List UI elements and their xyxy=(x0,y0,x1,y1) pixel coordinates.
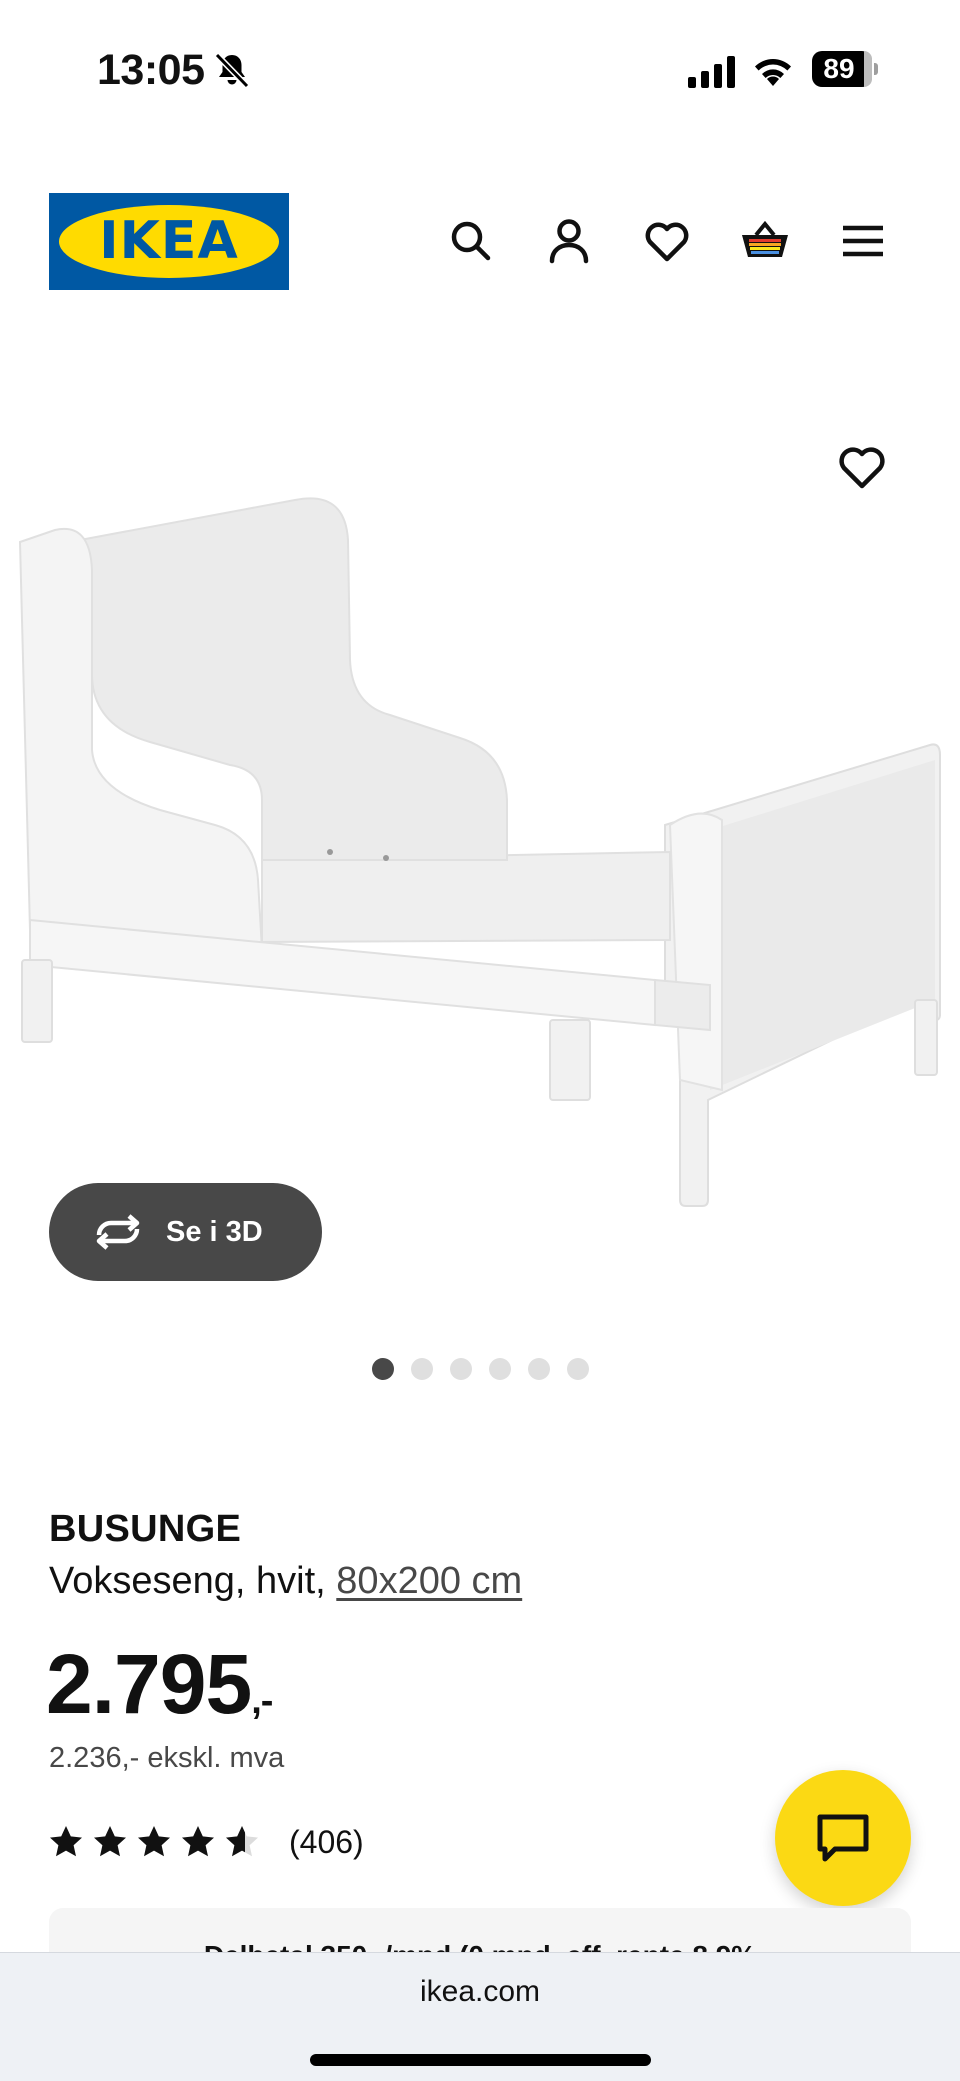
product-description: Vokseseng, hvit, 80x200 cm xyxy=(49,1560,522,1603)
product-name: BUSUNGE xyxy=(49,1508,242,1550)
search-icon[interactable] xyxy=(445,215,497,267)
carousel-dot[interactable] xyxy=(567,1358,589,1380)
image-carousel-dots xyxy=(372,1358,589,1380)
wishlist-heart-icon[interactable] xyxy=(641,215,693,267)
chat-bubble-icon xyxy=(817,1814,869,1862)
size-link[interactable]: 80x200 cm xyxy=(336,1560,522,1602)
account-icon[interactable] xyxy=(543,215,595,267)
carousel-dot[interactable] xyxy=(450,1358,472,1380)
status-bar: 13:05 89 xyxy=(0,0,960,140)
carousel-dot[interactable] xyxy=(528,1358,550,1380)
carousel-dot[interactable] xyxy=(372,1358,394,1380)
star-icon xyxy=(94,1826,126,1857)
home-indicator[interactable] xyxy=(310,2054,651,2066)
bell-slash-icon xyxy=(214,52,250,89)
carousel-dot[interactable] xyxy=(489,1358,511,1380)
cellular-signal-icon xyxy=(688,56,735,88)
rotate-3d-icon xyxy=(96,1214,140,1250)
star-icon xyxy=(138,1826,170,1857)
shopping-bag-icon[interactable] xyxy=(739,215,791,267)
product-rating[interactable]: (406) xyxy=(49,1822,364,1862)
menu-icon[interactable] xyxy=(837,215,889,267)
browser-address-bar[interactable]: ikea.com xyxy=(0,1952,960,2081)
product-description-text: Vokseseng, hvit, xyxy=(49,1560,337,1602)
view-3d-label: Se i 3D xyxy=(166,1216,263,1248)
battery-indicator: 89 xyxy=(812,51,878,87)
star-icon xyxy=(182,1826,214,1857)
view-3d-button[interactable]: Se i 3D xyxy=(49,1183,322,1281)
half-star-icon xyxy=(226,1826,258,1857)
url-text[interactable]: ikea.com xyxy=(0,1975,960,2009)
status-time: 13:05 xyxy=(97,46,205,94)
site-header: IKEA xyxy=(0,180,960,310)
logo-text: IKEA xyxy=(99,211,239,271)
rating-count: (406) xyxy=(289,1823,364,1860)
chat-button[interactable] xyxy=(775,1770,911,1906)
carousel-dot[interactable] xyxy=(411,1358,433,1380)
price-suffix: ,- xyxy=(251,1680,273,1722)
product-image[interactable] xyxy=(10,480,950,1220)
price-excl-vat: 2.236,- ekskl. mva xyxy=(49,1742,285,1774)
ikea-logo[interactable]: IKEA xyxy=(49,193,289,290)
battery-level: 89 xyxy=(823,53,855,84)
wifi-icon xyxy=(755,59,791,86)
star-icon xyxy=(50,1826,82,1857)
product-price: 2.795,- xyxy=(46,1636,273,1733)
price-main: 2.795 xyxy=(46,1637,252,1731)
